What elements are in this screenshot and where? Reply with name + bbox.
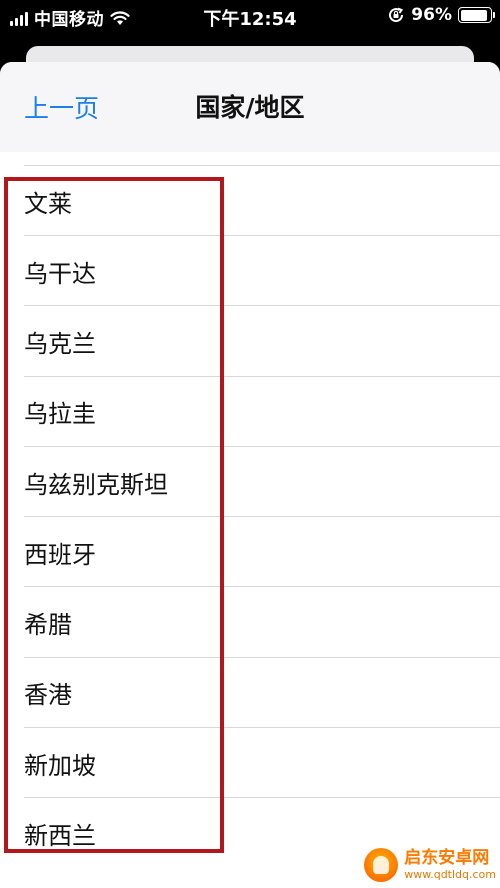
country-label: 文莱 [24,189,72,218]
watermark-url: www.qdtldq.com [404,868,496,881]
watermark-logo-icon [364,848,399,882]
country-picker-sheet: 上一页 国家/地区 文莱 乌干达 乌克兰 乌拉圭 乌兹别克斯坦 西班牙 希腊 香… [0,62,500,888]
country-row[interactable]: 乌拉圭 [0,377,500,448]
country-row[interactable]: 希腊 [0,587,500,659]
status-bar: 中国移动 下午12:54 96% [0,0,500,34]
page-title: 国家/地区 [195,93,305,122]
country-row[interactable]: 乌干达 [0,236,500,307]
country-label: 新加坡 [24,751,96,780]
country-label: 乌拉圭 [24,400,96,429]
country-label: 新西兰 [24,822,96,851]
section-gap [0,152,500,166]
country-list: 文莱 乌干达 乌克兰 乌拉圭 乌兹别克斯坦 西班牙 希腊 香港 新加坡 新西兰 [0,166,500,869]
country-row[interactable]: 文莱 [0,166,500,236]
watermark: 启东安卓网 www.qdtldq.com [364,848,496,882]
country-label: 乌兹别克斯坦 [24,470,168,499]
country-row[interactable]: 香港 [0,658,500,729]
watermark-name: 启东安卓网 [404,848,490,868]
country-row[interactable]: 乌兹别克斯坦 [0,447,500,518]
status-right: 96% [387,5,495,25]
rotation-lock-icon [389,7,404,23]
country-row[interactable]: 西班牙 [0,517,500,588]
battery-icon [458,7,495,23]
country-label: 乌干达 [24,259,96,288]
country-label: 乌克兰 [24,329,96,358]
battery-percent: 96% [411,5,452,25]
country-label: 希腊 [24,611,72,640]
navigation-bar: 上一页 国家/地区 [0,62,500,152]
battery-fill [460,9,488,21]
country-row[interactable]: 新加坡 [0,728,500,799]
watermark-text: 启东安卓网 www.qdtldq.com [404,848,496,881]
country-label: 香港 [24,681,72,710]
country-label: 西班牙 [24,540,96,569]
country-row[interactable]: 乌克兰 [0,306,500,377]
